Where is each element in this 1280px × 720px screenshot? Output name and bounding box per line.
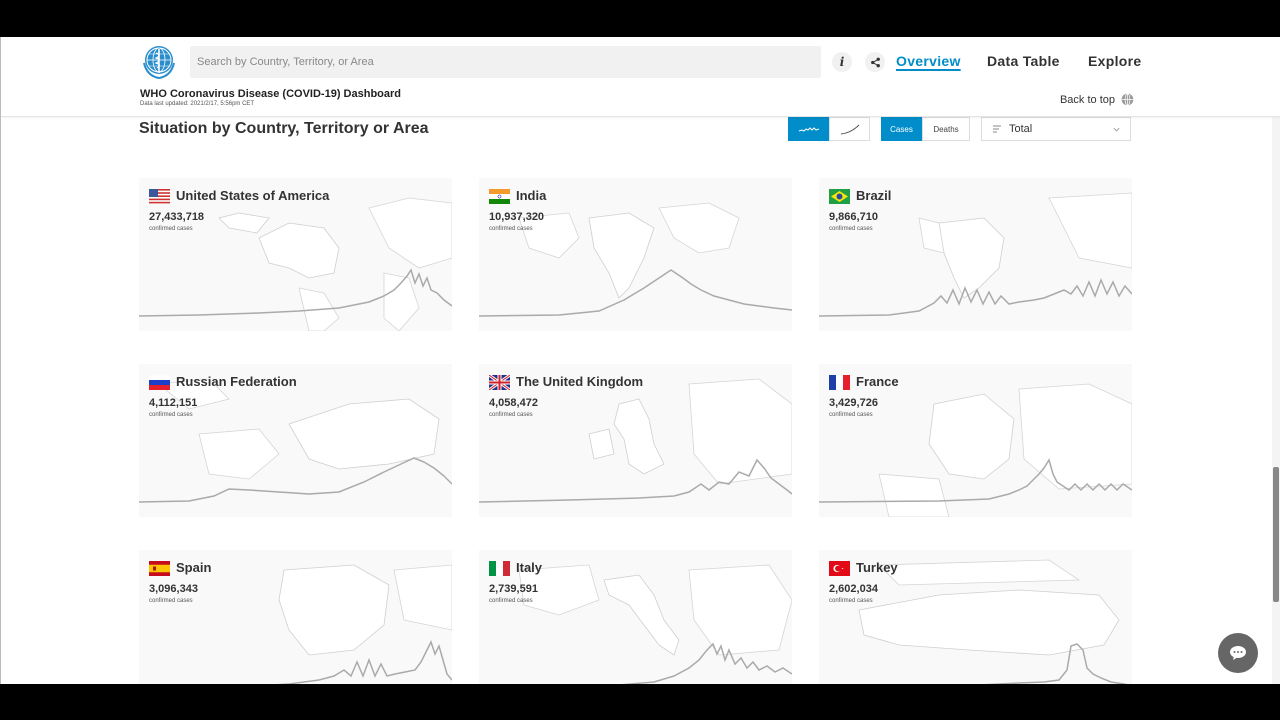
section-title: Situation by Country, Territory or Area — [139, 120, 429, 137]
confirmed-cases-count: 27,433,718 — [149, 211, 205, 223]
browser-viewport: i Overview Data Table Explore WHO Corona… — [0, 37, 1280, 684]
search-input[interactable] — [190, 46, 821, 78]
daily-wave-icon — [798, 127, 819, 132]
scrollbar-thumb[interactable] — [1273, 467, 1279, 602]
dashboard-header: i Overview Data Table Explore WHO Corona… — [1, 37, 1280, 117]
confirmed-cases-count: 4,112,151 — [149, 397, 198, 409]
country-card-usa[interactable]: United States of America 27,433,718 conf… — [139, 178, 452, 331]
confirmed-cases-count: 3,096,343 — [149, 583, 198, 595]
country-card-italy[interactable]: Italy 2,739,591 confirmed cases — [479, 550, 792, 684]
metric-toggle: Cases Deaths — [881, 117, 970, 141]
confirmed-cases-count: 4,058,472 — [489, 397, 538, 409]
cumulative-chart-button[interactable] — [829, 117, 870, 141]
country-card-uk[interactable]: The United Kingdom 4,058,472 confirmed c… — [479, 364, 792, 517]
confirmed-cases-label: confirmed cases — [149, 412, 193, 418]
chart-type-toggle — [788, 117, 870, 141]
share-icon — [870, 57, 880, 67]
aggregate-select-value: Total — [1009, 123, 1033, 135]
nav-overview[interactable]: Overview — [896, 53, 961, 69]
globe-icon — [1121, 93, 1134, 106]
country-card-spain[interactable]: Spain 3,096,343 confirmed cases — [139, 550, 452, 684]
cumulative-curve-icon — [840, 124, 859, 135]
confirmed-cases-label: confirmed cases — [489, 598, 533, 604]
share-button[interactable] — [865, 52, 885, 72]
country-name: United States of America — [176, 188, 330, 203]
country-card-france[interactable]: France 3,429,726 confirmed cases — [819, 364, 1132, 517]
back-to-top-label: Back to top — [1059, 93, 1115, 106]
country-card-turkey[interactable]: Turkey 2,602,034 confirmed cases — [819, 550, 1132, 684]
chevron-down-icon — [1113, 127, 1120, 132]
back-to-top-link[interactable]: Back to top — [1060, 93, 1134, 106]
turkey-flag-icon — [829, 561, 850, 576]
country-name: Italy — [516, 560, 543, 575]
confirmed-cases-label: confirmed cases — [149, 598, 193, 604]
confirmed-cases-label: confirmed cases — [149, 226, 193, 232]
aggregate-select[interactable]: Total — [981, 117, 1131, 141]
italy-flag-icon — [489, 561, 510, 576]
brazil-flag-icon — [829, 189, 850, 204]
confirmed-cases-count: 10,937,320 — [489, 211, 545, 223]
confirmed-cases-label: confirmed cases — [489, 226, 533, 232]
info-button[interactable]: i — [832, 52, 852, 72]
country-card-russia[interactable]: Russian Federation 4,112,151 confirmed c… — [139, 364, 452, 517]
country-name: France — [856, 374, 899, 389]
country-card-india[interactable]: India 10,937,320 confirmed cases — [479, 178, 792, 331]
country-card-brazil[interactable]: Brazil 9,866,710 confirmed cases — [819, 178, 1132, 331]
france-flag-icon — [829, 375, 850, 390]
india-flag-icon — [489, 189, 510, 204]
country-name: India — [516, 188, 547, 203]
dashboard-title: WHO Coronavirus Disease (COVID-19) Dashb… — [140, 88, 402, 100]
country-name: Russian Federation — [176, 374, 297, 389]
confirmed-cases-count: 2,602,034 — [829, 583, 878, 595]
confirmed-cases-count: 2,739,591 — [489, 583, 538, 595]
country-name: Brazil — [856, 188, 892, 203]
cases-button[interactable]: Cases — [881, 117, 922, 141]
last-updated-text: Data last updated: 2021/2/17, 5:56pm CET — [140, 101, 255, 107]
confirmed-cases-label: confirmed cases — [489, 412, 533, 418]
sort-icon — [993, 125, 1001, 133]
nav-explore[interactable]: Explore — [1088, 53, 1141, 69]
country-name: Turkey — [856, 560, 898, 575]
country-name: Spain — [176, 560, 212, 575]
who-logo-icon[interactable] — [139, 43, 179, 83]
chat-bubble-icon — [1230, 646, 1246, 660]
confirmed-cases-label: confirmed cases — [829, 598, 873, 604]
us-flag-icon — [149, 189, 170, 204]
country-name: The United Kingdom — [516, 374, 644, 389]
info-icon: i — [839, 55, 845, 69]
confirmed-cases-label: confirmed cases — [829, 412, 873, 418]
confirmed-cases-count: 9,866,710 — [829, 211, 878, 223]
chat-button[interactable] — [1218, 633, 1258, 673]
deaths-button[interactable]: Deaths — [922, 117, 970, 141]
uk-flag-icon — [489, 375, 510, 390]
nav-data-table[interactable]: Data Table — [987, 53, 1060, 69]
russia-flag-icon — [149, 375, 170, 390]
confirmed-cases-count: 3,429,726 — [829, 397, 878, 409]
daily-chart-button[interactable] — [788, 117, 829, 141]
page-scrollbar[interactable] — [1272, 37, 1280, 684]
confirmed-cases-label: confirmed cases — [829, 226, 873, 232]
spain-flag-icon — [149, 561, 170, 576]
